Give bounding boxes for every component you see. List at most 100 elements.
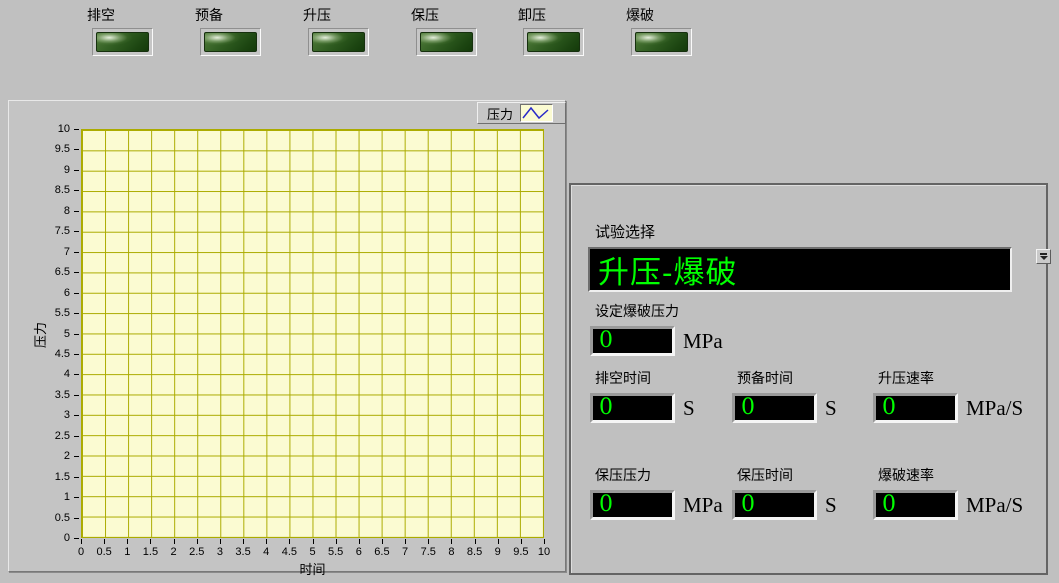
test-select-dropdown[interactable]: 升压-爆破: [588, 247, 1012, 292]
y-tick-mark: [74, 456, 79, 457]
led-indicator-pressurize: [308, 28, 369, 56]
y-tick-label: 10: [58, 123, 70, 135]
y-tick-mark: [74, 374, 79, 375]
y-tick-label: 8: [64, 205, 70, 217]
x-tick-label: 3: [217, 546, 223, 558]
led-unit-prepare: 预备: [195, 6, 261, 56]
prepare-time-unit: S: [825, 398, 837, 423]
x-tick-label: 4: [263, 546, 269, 558]
x-tick-mark: [289, 539, 290, 544]
chart-legend[interactable]: 压力: [477, 102, 566, 124]
x-tick-mark: [174, 539, 175, 544]
y-tick-mark: [74, 354, 79, 355]
x-tick-mark: [220, 539, 221, 544]
hold-time-label: 保压时间: [732, 467, 837, 484]
x-tick-mark: [81, 539, 82, 544]
x-tick-label: 7: [402, 546, 408, 558]
y-axis-title: 压力: [33, 305, 49, 365]
x-tick-label: 1.5: [143, 546, 158, 558]
hold-time-input[interactable]: 0: [732, 490, 817, 520]
burst-pressure-set-unit: MPa: [683, 331, 723, 356]
y-tick-mark: [74, 149, 79, 150]
y-tick-label: 3.5: [55, 389, 70, 401]
hold-pressure-value: 0: [593, 494, 613, 516]
y-tick-mark: [74, 395, 79, 396]
y-tick-mark: [74, 497, 79, 498]
y-tick-mark: [74, 293, 79, 294]
y-tick-mark: [74, 129, 79, 130]
led-face: [420, 32, 473, 52]
burst-rate-input[interactable]: 0: [873, 490, 958, 520]
burst-pressure-set-input[interactable]: 0: [590, 326, 675, 356]
led-unit-pressurize: 升压: [303, 6, 369, 56]
y-tick-mark: [74, 436, 79, 437]
x-tick-label: 2: [171, 546, 177, 558]
field-burst-rate: 爆破速率 0 MPa/S: [873, 467, 1023, 520]
y-tick-label: 7.5: [55, 225, 70, 237]
hold-pressure-unit: MPa: [683, 495, 723, 520]
x-tick-mark: [521, 539, 522, 544]
ring-selector-icon: [1040, 253, 1047, 255]
front-panel: 排空 预备 升压 保压 卸压 爆破 压力 00.511.522.533.544.…: [0, 0, 1059, 583]
field-pressurize-rate: 升压速率 0 MPa/S: [873, 370, 1023, 423]
chevron-down-icon: [1040, 256, 1048, 260]
x-tick-label: 5.5: [328, 546, 343, 558]
led-label-empty: 排空: [87, 6, 153, 24]
burst-pressure-set-value: 0: [593, 330, 613, 352]
y-tick-label: 3: [64, 409, 70, 421]
x-tick-mark: [127, 539, 128, 544]
y-tick-mark: [74, 477, 79, 478]
y-tick-mark: [74, 231, 79, 232]
x-tick-mark: [313, 539, 314, 544]
prepare-time-input[interactable]: 0: [732, 393, 817, 423]
led-indicator-empty: [92, 28, 153, 56]
led-face: [312, 32, 365, 52]
x-tick-mark: [197, 539, 198, 544]
x-axis-title: 时间: [81, 559, 544, 578]
x-tick-mark: [405, 539, 406, 544]
field-burst-pressure-set: 设定爆破压力 0 MPa: [590, 303, 723, 356]
field-hold-time: 保压时间 0 S: [732, 467, 837, 520]
y-tick-label: 1.5: [55, 471, 70, 483]
x-tick-label: 9: [495, 546, 501, 558]
plot-area: [81, 129, 544, 538]
led-unit-empty: 排空: [87, 6, 153, 56]
y-tick-label: 8.5: [55, 184, 70, 196]
prepare-time-value: 0: [735, 397, 755, 419]
legend-line-sample: [523, 108, 548, 118]
legend-label: 压力: [487, 104, 513, 123]
led-unit-release: 卸压: [518, 6, 584, 56]
test-select-dropdown-button[interactable]: [1036, 249, 1051, 264]
x-tick-mark: [243, 539, 244, 544]
y-tick-label: 2: [64, 450, 70, 462]
y-tick-label: 9: [64, 164, 70, 176]
empty-time-input[interactable]: 0: [590, 393, 675, 423]
led-face: [527, 32, 580, 52]
y-tick-label: 0.5: [55, 512, 70, 524]
y-tick-label: 6: [64, 287, 70, 299]
y-tick-mark: [74, 518, 79, 519]
led-label-burst: 爆破: [626, 6, 692, 24]
x-tick-label: 2.5: [189, 546, 204, 558]
hold-pressure-input[interactable]: 0: [590, 490, 675, 520]
y-tick-mark: [74, 272, 79, 273]
x-tick-label: 5: [309, 546, 315, 558]
legend-plot-style-swatch[interactable]: [520, 104, 553, 122]
pressurize-rate-input[interactable]: 0: [873, 393, 958, 423]
x-tick-mark: [382, 539, 383, 544]
led-unit-hold: 保压: [411, 6, 477, 56]
x-tick-label: 0: [78, 546, 84, 558]
x-tick-mark: [475, 539, 476, 544]
empty-time-value: 0: [593, 397, 613, 419]
field-prepare-time: 预备时间 0 S: [732, 370, 837, 423]
x-tick-label: 8: [448, 546, 454, 558]
pressurize-rate-unit: MPa/S: [966, 398, 1023, 423]
burst-rate-label: 爆破速率: [873, 467, 1023, 484]
led-indicator-prepare: [200, 28, 261, 56]
x-tick-mark: [498, 539, 499, 544]
y-tick-label: 4.5: [55, 348, 70, 360]
x-tick-label: 8.5: [467, 546, 482, 558]
x-tick-mark: [359, 539, 360, 544]
y-tick-mark: [74, 313, 79, 314]
x-tick-label: 10: [538, 546, 550, 558]
